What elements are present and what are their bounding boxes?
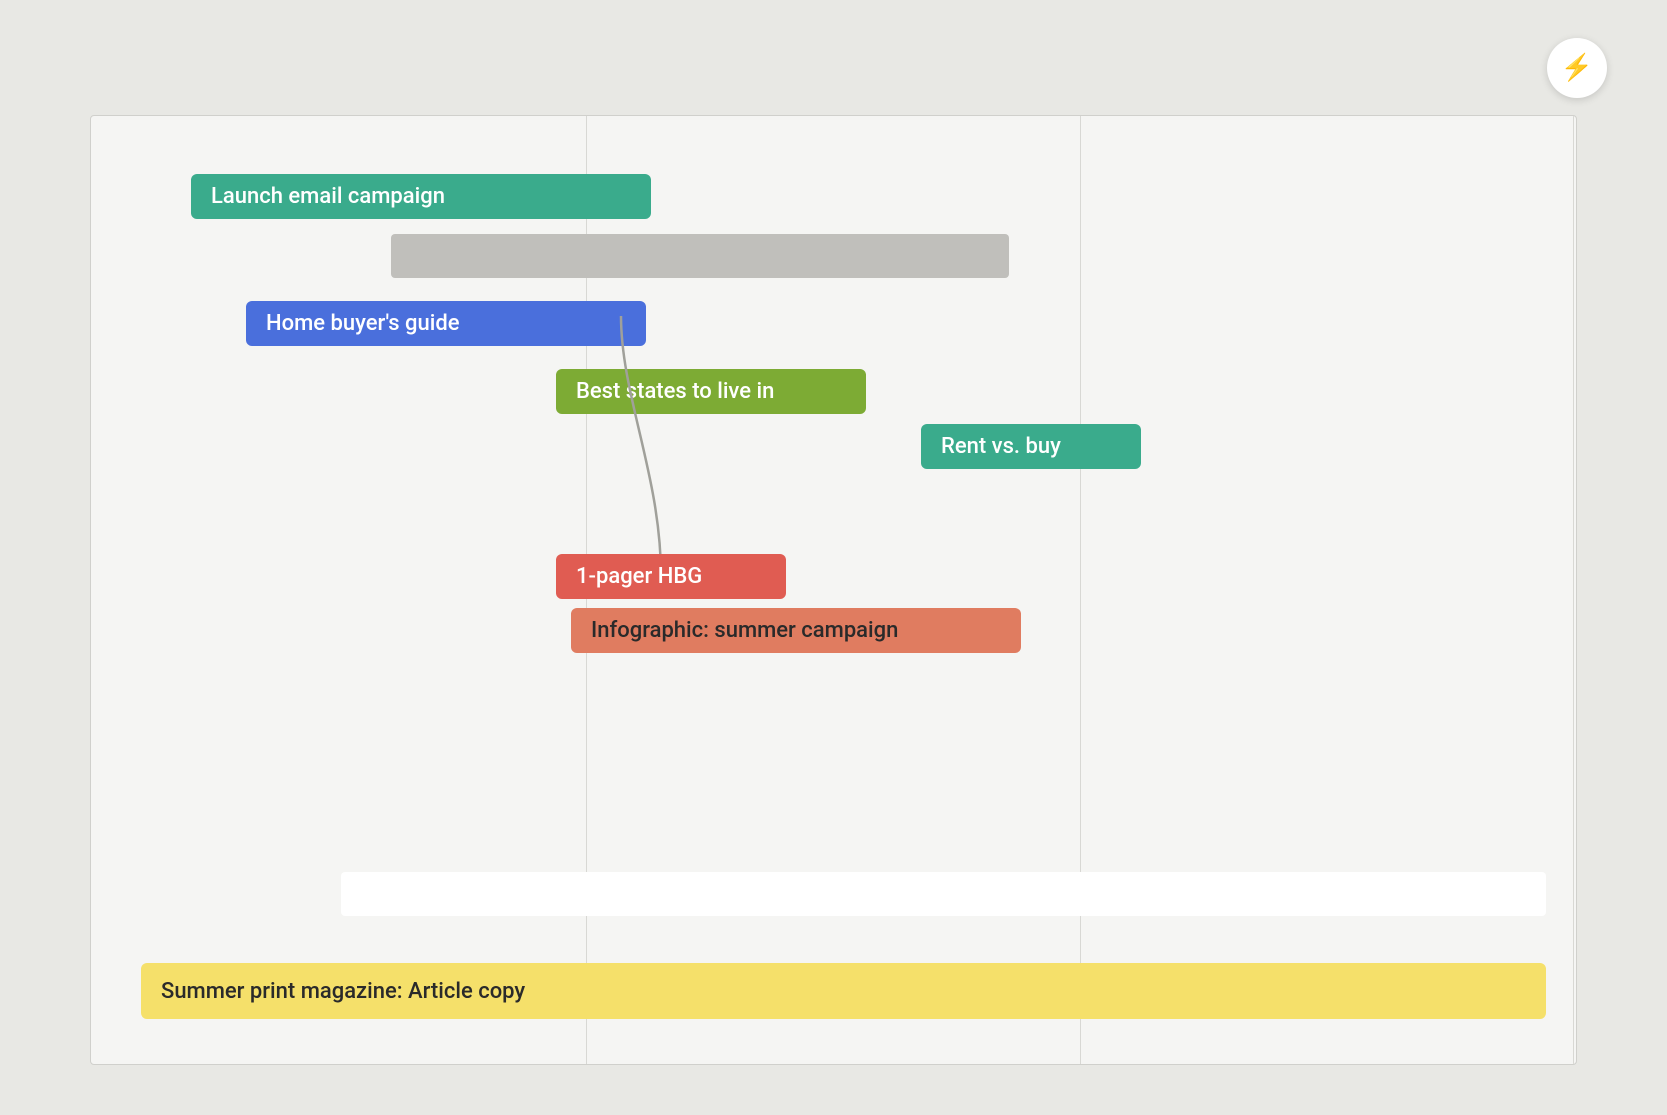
white-bar-bottom — [341, 872, 1546, 916]
main-canvas: Launch email campaign Home buyer's guide… — [90, 115, 1577, 1065]
grid-line-3 — [1573, 116, 1574, 1064]
summer-print-chip[interactable]: Summer print magazine: Article copy — [141, 963, 1546, 1019]
curve-arrow — [441, 316, 761, 586]
infographic-chip[interactable]: Infographic: summer campaign — [571, 608, 1021, 653]
home-buyer-chip[interactable]: Home buyer's guide — [246, 301, 646, 346]
grid-line-2 — [1080, 116, 1081, 1064]
lightning-button[interactable]: ⚡ — [1547, 38, 1607, 98]
pager-hbg-chip[interactable]: 1-pager HBG — [556, 554, 786, 599]
gray-bar-1 — [391, 234, 1009, 278]
rent-buy-chip[interactable]: Rent vs. buy — [921, 424, 1141, 469]
best-states-chip[interactable]: Best states to live in — [556, 369, 866, 414]
launch-email-chip[interactable]: Launch email campaign — [191, 174, 651, 219]
lightning-icon: ⚡ — [1561, 53, 1593, 83]
